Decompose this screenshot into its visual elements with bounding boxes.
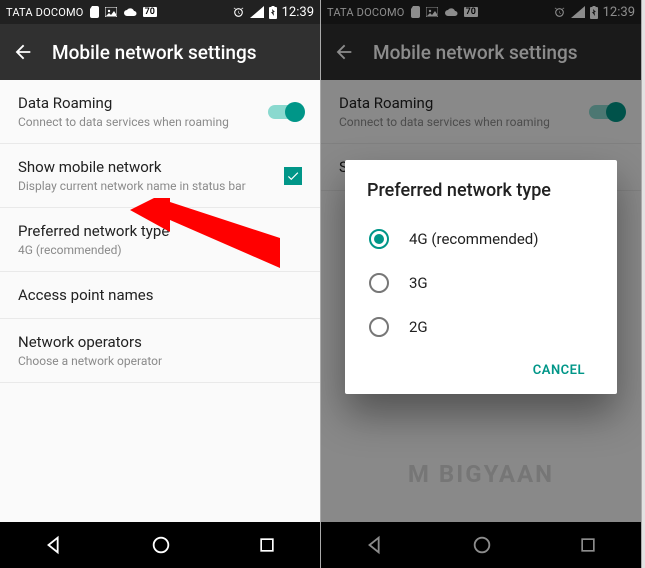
clock-label: 12:39	[282, 5, 314, 20]
operators-sub: Choose a network operator	[18, 354, 162, 368]
phone-left: TATA DOCOMO 70 12:39 Mobile network sett…	[0, 0, 321, 568]
apn-title: Access point names	[18, 286, 153, 304]
check-icon	[286, 169, 300, 183]
alarm-icon	[232, 6, 245, 19]
nav-home-icon[interactable]	[150, 534, 172, 556]
photo-icon	[105, 7, 117, 17]
option-4g-label: 4G (recommended)	[409, 230, 538, 248]
radio-2g[interactable]	[369, 317, 389, 337]
page-title: Mobile network settings	[52, 41, 257, 64]
option-3g[interactable]: 3G	[367, 261, 595, 305]
data-roaming-item[interactable]: Data Roaming Connect to data services wh…	[0, 80, 320, 144]
cancel-button[interactable]: CANCEL	[523, 355, 595, 386]
signal-icon	[250, 6, 264, 18]
nav-bar	[0, 522, 320, 568]
option-2g[interactable]: 2G	[367, 305, 595, 349]
option-3g-label: 3G	[409, 274, 428, 292]
dialog-title: Preferred network type	[367, 180, 595, 201]
sim-icon	[90, 6, 99, 18]
option-2g-label: 2G	[409, 318, 428, 336]
show-network-title: Show mobile network	[18, 158, 246, 176]
radio-4g[interactable]	[369, 229, 389, 249]
battery-icon	[269, 6, 277, 19]
preferred-network-type-item[interactable]: Preferred network type 4G (recommended)	[0, 208, 320, 272]
show-network-sub: Display current network name in status b…	[18, 179, 246, 193]
settings-list: Data Roaming Connect to data services wh…	[0, 80, 320, 522]
show-network-checkbox[interactable]	[284, 167, 302, 185]
radio-3g[interactable]	[369, 273, 389, 293]
battery-badge: 70	[143, 7, 157, 17]
nav-recent-icon[interactable]	[257, 535, 277, 555]
pref-type-sub: 4G (recommended)	[18, 243, 169, 257]
toolbar: Mobile network settings	[0, 24, 320, 80]
network-type-dialog: Preferred network type 4G (recommended) …	[345, 160, 617, 394]
status-bar: TATA DOCOMO 70 12:39	[0, 0, 320, 24]
back-icon[interactable]	[12, 41, 34, 63]
data-roaming-sub: Connect to data services when roaming	[18, 115, 229, 129]
nav-back-icon[interactable]	[43, 534, 65, 556]
data-roaming-switch[interactable]	[268, 105, 302, 119]
cloud-icon	[123, 7, 137, 17]
pref-type-title: Preferred network type	[18, 222, 169, 240]
carrier-label: TATA DOCOMO	[6, 6, 84, 19]
network-operators-item[interactable]: Network operators Choose a network opera…	[0, 319, 320, 383]
operators-title: Network operators	[18, 333, 162, 351]
data-roaming-title: Data Roaming	[18, 94, 229, 112]
show-network-item[interactable]: Show mobile network Display current netw…	[0, 144, 320, 208]
apn-item[interactable]: Access point names	[0, 272, 320, 319]
option-4g[interactable]: 4G (recommended)	[367, 217, 595, 261]
phone-right: TATA DOCOMO 70 12:39 Mobile network sett…	[321, 0, 642, 568]
